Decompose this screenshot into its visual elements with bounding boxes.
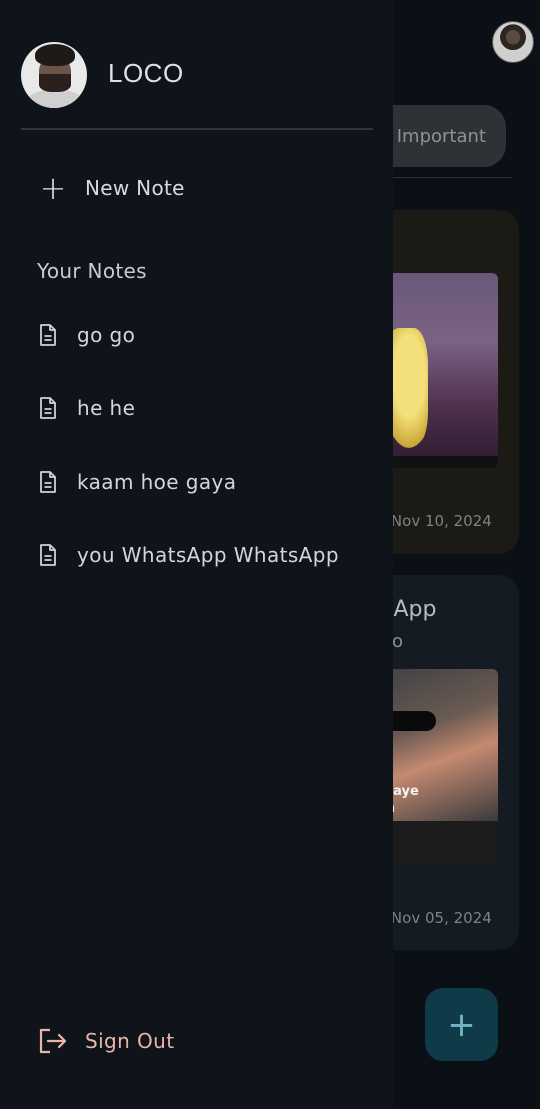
note-card-subtitle: o	[392, 631, 404, 652]
your-notes-heading: Your Notes	[37, 259, 147, 283]
drawer-note-label: you WhatsApp WhatsApp	[77, 543, 339, 567]
note-card-date: l Nov 05, 2024	[382, 909, 492, 927]
user-avatar	[21, 42, 87, 108]
profile-avatar-button[interactable]	[492, 21, 534, 63]
navigation-drawer: LOCO + New Note Your Notes go go he he k…	[0, 0, 393, 1109]
drawer-note-label: kaam hoe gaya	[77, 470, 237, 494]
plus-icon: +	[39, 169, 67, 207]
document-icon	[40, 471, 56, 493]
new-note-button[interactable]: + New Note	[38, 168, 368, 208]
document-icon	[40, 324, 56, 346]
drawer-note-label: he he	[77, 396, 136, 420]
add-note-fab[interactable]: +	[425, 988, 498, 1061]
document-icon	[40, 544, 56, 566]
drawer-note-item[interactable]: go go	[38, 315, 383, 355]
document-icon	[40, 397, 56, 419]
plus-icon: +	[447, 1004, 476, 1045]
drawer-note-item[interactable]: you WhatsApp WhatsApp	[38, 535, 383, 575]
note-card-date: l Nov 10, 2024	[382, 512, 492, 530]
new-note-label: New Note	[85, 176, 185, 200]
user-name: LOCO	[108, 58, 184, 88]
drawer-divider	[21, 128, 373, 130]
filter-chip-important-label: Important	[396, 125, 486, 147]
drawer-note-item[interactable]: kaam hoe gaya	[38, 462, 383, 502]
drawer-note-item[interactable]: he he	[38, 388, 383, 428]
sign-out-button[interactable]: Sign Out	[38, 1020, 238, 1062]
drawer-note-label: go go	[77, 323, 136, 347]
filter-divider	[372, 177, 512, 178]
logout-icon	[39, 1028, 67, 1054]
sign-out-label: Sign Out	[85, 1029, 175, 1053]
